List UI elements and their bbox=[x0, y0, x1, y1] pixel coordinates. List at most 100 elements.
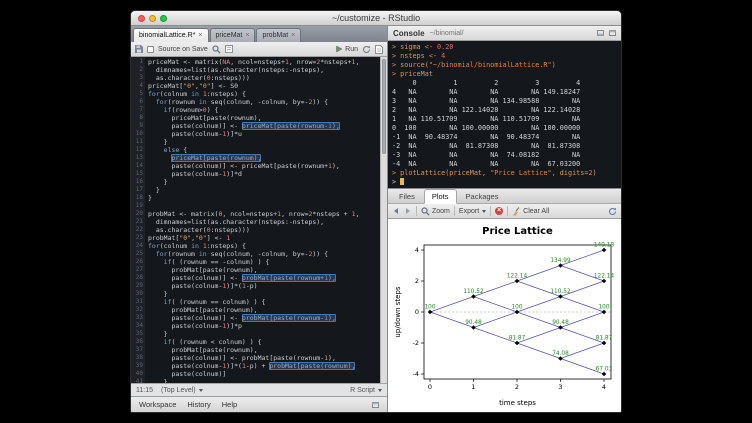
svg-text:122.14: 122.14 bbox=[507, 274, 528, 280]
source-file-icon[interactable] bbox=[375, 45, 383, 54]
svg-text:81.87: 81.87 bbox=[509, 336, 526, 342]
code-line[interactable]: probMat[paste(rownum), bbox=[148, 306, 387, 314]
titlebar[interactable]: ~/customize - RStudio bbox=[131, 11, 621, 26]
cursor-position: 11:15 bbox=[136, 387, 153, 394]
svg-text:100: 100 bbox=[424, 305, 435, 311]
code-line[interactable]: priceMat[paste(rownum), bbox=[148, 154, 387, 162]
code-line[interactable]: } bbox=[148, 194, 387, 202]
previous-plot-icon[interactable] bbox=[392, 207, 400, 215]
tab-files[interactable]: Files bbox=[392, 190, 422, 203]
code-line[interactable]: paste(colnum-1)]*(1-p) + probMat[paste(r… bbox=[148, 362, 387, 370]
svg-text:100: 100 bbox=[598, 305, 609, 311]
search-icon[interactable] bbox=[212, 45, 221, 54]
code-line[interactable]: paste(colnum)] bbox=[148, 370, 387, 378]
source-status-bar: 11:15 (Top Level) R Script bbox=[131, 383, 387, 396]
code-line[interactable]: paste(colnum)] <- probMat[paste(rownum-1… bbox=[148, 314, 387, 322]
source-on-save-checkbox[interactable] bbox=[147, 46, 154, 53]
code-line[interactable] bbox=[148, 202, 387, 210]
code-line[interactable]: } bbox=[148, 186, 387, 194]
console-line: 2 NA NA 122.14028 NA 122.14028 bbox=[392, 106, 617, 115]
line-number: 33 bbox=[131, 314, 143, 322]
run-button[interactable]: Run bbox=[335, 45, 358, 53]
code-line[interactable]: if( (rownum < colnum) ) { bbox=[148, 338, 387, 346]
svg-text:90.48: 90.48 bbox=[465, 320, 482, 326]
code-line[interactable]: paste(colnum-1)]*(1-p) bbox=[148, 282, 387, 290]
code-editor[interactable]: 1234567891011121314151617181920212223242… bbox=[131, 57, 387, 383]
source-tab-priceMat[interactable]: priceMat× bbox=[210, 28, 256, 42]
code-line[interactable]: paste(colnum)] <- probMat[paste(rownum+1… bbox=[148, 274, 387, 282]
console[interactable]: > sigma <- 0.20> nsteps <- 4> source("~/… bbox=[388, 41, 621, 188]
code-line[interactable]: if(rownum>0) { bbox=[148, 106, 387, 114]
line-number: 19 bbox=[131, 202, 143, 210]
code-line[interactable]: as.character(0:nsteps))) bbox=[148, 74, 387, 82]
close-window-button[interactable] bbox=[138, 15, 145, 22]
remove-plot-icon[interactable]: × bbox=[495, 207, 503, 215]
code-line[interactable]: } bbox=[148, 378, 387, 383]
code-line[interactable]: } bbox=[148, 330, 387, 338]
minimize-pane-icon[interactable] bbox=[597, 30, 604, 36]
tab-workspace[interactable]: Workspace bbox=[139, 400, 176, 409]
zoom-button[interactable]: Zoom bbox=[421, 207, 450, 216]
code-line[interactable]: for(colnum in 1:nsteps) { bbox=[148, 242, 387, 250]
code-line[interactable]: else { bbox=[148, 146, 387, 154]
code-line[interactable]: } bbox=[148, 178, 387, 186]
tab-history[interactable]: History bbox=[187, 400, 210, 409]
line-number: 10 bbox=[131, 130, 143, 138]
code-line[interactable]: dimnames=list(as.character(nsteps:-nstep… bbox=[148, 218, 387, 226]
code-line[interactable]: for(colnum in 1:nsteps) { bbox=[148, 90, 387, 98]
code-line[interactable]: dimnames=list(as.character(nsteps:-nstep… bbox=[148, 66, 387, 74]
code-line[interactable]: paste(colnum)] <- priceMat[paste(rownum-… bbox=[148, 122, 387, 130]
code-line[interactable]: priceMat["0","0"] <- S0 bbox=[148, 82, 387, 90]
svg-text:2: 2 bbox=[515, 383, 519, 391]
code-line[interactable]: for(rownum in seq(colnum, -colnum, by=-2… bbox=[148, 98, 387, 106]
next-plot-icon[interactable] bbox=[404, 207, 412, 215]
line-number: 13 bbox=[131, 154, 143, 162]
close-tab-icon[interactable]: × bbox=[245, 32, 249, 39]
line-number: 30 bbox=[131, 290, 143, 298]
console-working-directory[interactable]: ~/binomial/ bbox=[430, 30, 464, 37]
tab-plots[interactable]: Plots bbox=[424, 189, 457, 204]
editor-scrollbar-thumb[interactable] bbox=[382, 59, 386, 154]
editor-scrollbar[interactable] bbox=[380, 57, 387, 383]
clear-all-button[interactable]: Clear All bbox=[512, 207, 549, 216]
zoom-window-button[interactable] bbox=[160, 15, 167, 22]
export-button[interactable]: Export bbox=[459, 208, 486, 215]
code-line[interactable]: probMat["0","0"] <- 1 bbox=[148, 234, 387, 242]
code-line[interactable]: priceMat <- matrix(NA, ncol=nsteps+1, nr… bbox=[148, 58, 387, 66]
tab-help[interactable]: Help bbox=[222, 400, 237, 409]
code-line[interactable]: probMat <- matrix(0, ncol=nsteps+1, nrow… bbox=[148, 210, 387, 218]
file-type-selector[interactable]: R Script bbox=[350, 387, 382, 394]
line-number: 39 bbox=[131, 362, 143, 370]
code-line[interactable]: paste(colnum)] <- priceMat[paste(rownum+… bbox=[148, 162, 387, 170]
code-line[interactable]: if( (rownum == colnum) ) { bbox=[148, 298, 387, 306]
code-line[interactable]: priceMat[paste(rownum), bbox=[148, 114, 387, 122]
code-line[interactable]: } bbox=[148, 138, 387, 146]
source-tab-binomialLattice-R[interactable]: binomialLattice.R*× bbox=[133, 28, 209, 42]
code-line[interactable]: } bbox=[148, 290, 387, 298]
minimize-window-button[interactable] bbox=[149, 15, 156, 22]
save-icon[interactable] bbox=[135, 45, 143, 53]
line-number: 7 bbox=[131, 106, 143, 114]
code-line[interactable]: if( (rownum == -colnum) ) { bbox=[148, 258, 387, 266]
code-line[interactable]: for(rownum in seq(colnum, -colnum, by=-2… bbox=[148, 250, 387, 258]
maximize-pane-icon[interactable] bbox=[609, 30, 616, 36]
code-line[interactable]: probMat[paste(rownum), bbox=[148, 346, 387, 354]
close-tab-icon[interactable]: × bbox=[291, 32, 295, 39]
code-line[interactable]: paste(colnum-1)]*d bbox=[148, 170, 387, 178]
code-line[interactable]: paste(colnum-1)]*u bbox=[148, 130, 387, 138]
refresh-icon[interactable] bbox=[608, 207, 617, 216]
maximize-pane-icon[interactable] bbox=[372, 402, 379, 408]
svg-text:74.08: 74.08 bbox=[552, 351, 569, 357]
rerun-icon[interactable] bbox=[362, 45, 371, 54]
code-lines[interactable]: priceMat <- matrix(NA, ncol=nsteps+1, nr… bbox=[145, 57, 387, 383]
scope-selector[interactable]: (Top Level) bbox=[161, 387, 203, 394]
tab-packages[interactable]: Packages bbox=[459, 190, 506, 203]
code-tools-icon[interactable] bbox=[225, 45, 233, 53]
code-line[interactable]: as.character(0:nsteps))) bbox=[148, 226, 387, 234]
close-tab-icon[interactable]: × bbox=[198, 32, 202, 39]
code-line[interactable]: paste(colnum)] <- probMat[paste(rownum-1… bbox=[148, 354, 387, 362]
source-tab-probMat[interactable]: probMat× bbox=[256, 28, 301, 42]
code-line[interactable]: paste(colnum-1)]*p bbox=[148, 322, 387, 330]
console-title: Console bbox=[393, 29, 425, 38]
code-line[interactable]: probMat[paste(rownum), bbox=[148, 266, 387, 274]
